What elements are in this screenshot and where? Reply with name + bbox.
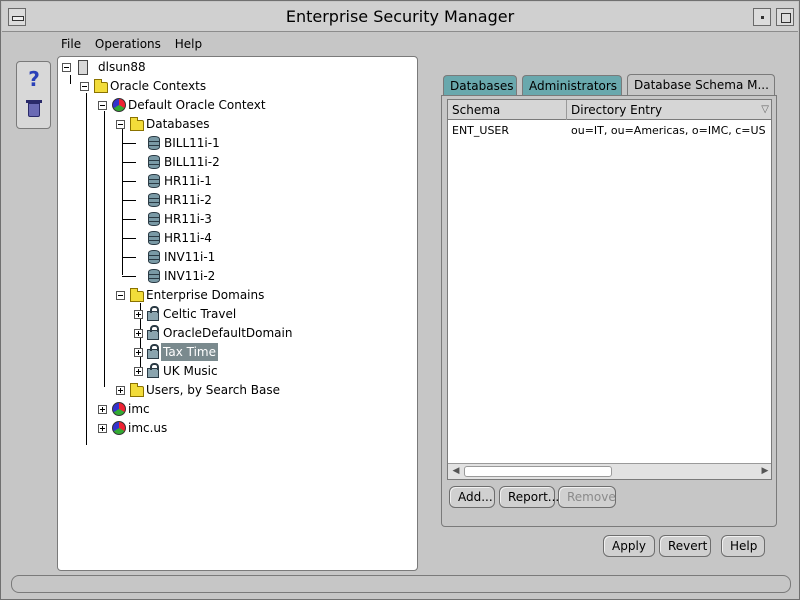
folder-icon	[130, 383, 144, 397]
cell-directory-entry: ou=IT, ou=Americas, o=IMC, c=US	[571, 124, 766, 137]
tree-node-database[interactable]: HR11i-3	[148, 210, 214, 228]
tree-node-database[interactable]: HR11i-1	[148, 172, 214, 190]
tree-node-default-context[interactable]: Default Oracle Context	[98, 96, 268, 114]
collapse-toggle-icon[interactable]	[116, 291, 125, 300]
tab-schema-mappings[interactable]: Database Schema M...	[627, 74, 775, 96]
sort-triangle-icon: ▽	[761, 104, 769, 115]
menu-file[interactable]: File	[61, 37, 81, 51]
tree-node-domain[interactable]: Celtic Travel	[134, 305, 238, 323]
schema-mapping-table: Schema Directory Entry ▽ ENT_USER ou=IT,…	[447, 99, 772, 480]
scroll-left-icon[interactable]: ◀	[450, 466, 462, 477]
horizontal-scrollbar[interactable]: ◀ ▶	[448, 463, 771, 479]
tree-node-domain-selected[interactable]: Tax Time	[134, 343, 218, 361]
tree-node-users-by-search-base[interactable]: Users, by Search Base	[116, 381, 282, 399]
collapse-toggle-icon[interactable]	[62, 63, 71, 72]
table-header: Schema Directory Entry ▽	[448, 100, 771, 120]
database-icon	[148, 155, 160, 169]
collapse-toggle-icon[interactable]	[116, 120, 125, 129]
help-button[interactable]: Help	[721, 535, 765, 557]
folder-icon	[130, 117, 144, 131]
database-icon	[148, 136, 160, 150]
report-button[interactable]: Report...	[499, 486, 559, 508]
tree-node-domain[interactable]: OracleDefaultDomain	[134, 324, 294, 342]
tree-node-database[interactable]: INV11i-1	[148, 248, 217, 266]
menu-operations[interactable]: Operations	[95, 37, 161, 51]
oracle-context-icon	[112, 402, 126, 416]
remove-button[interactable]: Remove	[558, 486, 616, 508]
column-header-schema[interactable]: Schema	[448, 100, 567, 120]
domain-lock-icon	[147, 363, 159, 378]
tree-node-context-imc[interactable]: imc	[98, 400, 152, 418]
collapse-toggle-icon[interactable]	[80, 82, 89, 91]
oracle-context-icon	[112, 421, 126, 435]
cell-schema: ENT_USER	[452, 124, 510, 137]
revert-button[interactable]: Revert	[659, 535, 711, 557]
table-row[interactable]: ENT_USER ou=IT, ou=Americas, o=IMC, c=US	[448, 122, 771, 140]
tree-node-database[interactable]: HR11i-4	[148, 229, 214, 247]
tree-node-server[interactable]: dlsun88	[62, 58, 148, 76]
detail-panel: Databases Administrators Database Schema…	[441, 74, 777, 527]
expand-toggle-icon[interactable]	[134, 310, 143, 319]
expand-toggle-icon[interactable]	[116, 386, 125, 395]
tree-node-database[interactable]: BILL11i-2	[148, 153, 222, 171]
question-mark-icon[interactable]: ?	[24, 68, 44, 90]
folder-icon	[94, 79, 108, 93]
menu-help[interactable]: Help	[175, 37, 202, 51]
app-window: Enterprise Security Manager File Operati…	[0, 0, 800, 600]
expand-toggle-icon[interactable]	[134, 367, 143, 376]
database-icon	[148, 269, 160, 283]
tab-administrators[interactable]: Administrators	[522, 75, 622, 95]
domain-lock-icon	[147, 306, 159, 321]
window-title: Enterprise Security Manager	[285, 7, 515, 26]
oracle-context-icon	[112, 98, 126, 112]
database-icon	[148, 231, 160, 245]
domain-lock-icon	[147, 325, 159, 340]
minimize-button[interactable]	[753, 8, 771, 26]
column-header-directory-entry[interactable]: Directory Entry ▽	[567, 100, 771, 120]
tab-content: Schema Directory Entry ▽ ENT_USER ou=IT,…	[441, 95, 777, 527]
tree-node-databases[interactable]: Databases	[116, 115, 212, 133]
trash-icon[interactable]	[24, 98, 44, 120]
server-icon	[78, 60, 88, 75]
title-bar: Enterprise Security Manager	[2, 2, 798, 32]
expand-toggle-icon[interactable]	[134, 329, 143, 338]
tree-node-database[interactable]: BILL11i-1	[148, 134, 222, 152]
maximize-button[interactable]	[776, 8, 794, 26]
collapse-toggle-icon[interactable]	[98, 101, 107, 110]
tree-node-context-imc-us[interactable]: imc.us	[98, 419, 169, 437]
expand-toggle-icon[interactable]	[98, 424, 107, 433]
database-icon	[148, 250, 160, 264]
add-button[interactable]: Add...	[449, 486, 495, 508]
scroll-right-icon[interactable]: ▶	[759, 466, 771, 477]
folder-icon	[130, 288, 144, 302]
status-bar	[11, 575, 791, 593]
tree-node-database[interactable]: HR11i-2	[148, 191, 214, 209]
tree-node-enterprise-domains[interactable]: Enterprise Domains	[116, 286, 266, 304]
database-icon	[148, 212, 160, 226]
domain-lock-icon	[147, 344, 159, 359]
apply-button[interactable]: Apply	[603, 535, 655, 557]
scrollbar-thumb[interactable]	[464, 466, 612, 477]
database-icon	[148, 193, 160, 207]
navigator-tree[interactable]: dlsun88 Oracle Contexts Default Oracle C…	[57, 56, 418, 571]
expand-toggle-icon[interactable]	[98, 405, 107, 414]
toolbar: ?	[16, 61, 51, 129]
tree-node-oracle-contexts[interactable]: Oracle Contexts	[80, 77, 208, 95]
tree-node-domain[interactable]: UK Music	[134, 362, 220, 380]
menu-bar: File Operations Help	[61, 37, 212, 55]
tree-node-database[interactable]: INV11i-2	[148, 267, 217, 285]
tab-databases[interactable]: Databases	[443, 75, 517, 95]
database-icon	[148, 174, 160, 188]
expand-toggle-icon[interactable]	[134, 348, 143, 357]
